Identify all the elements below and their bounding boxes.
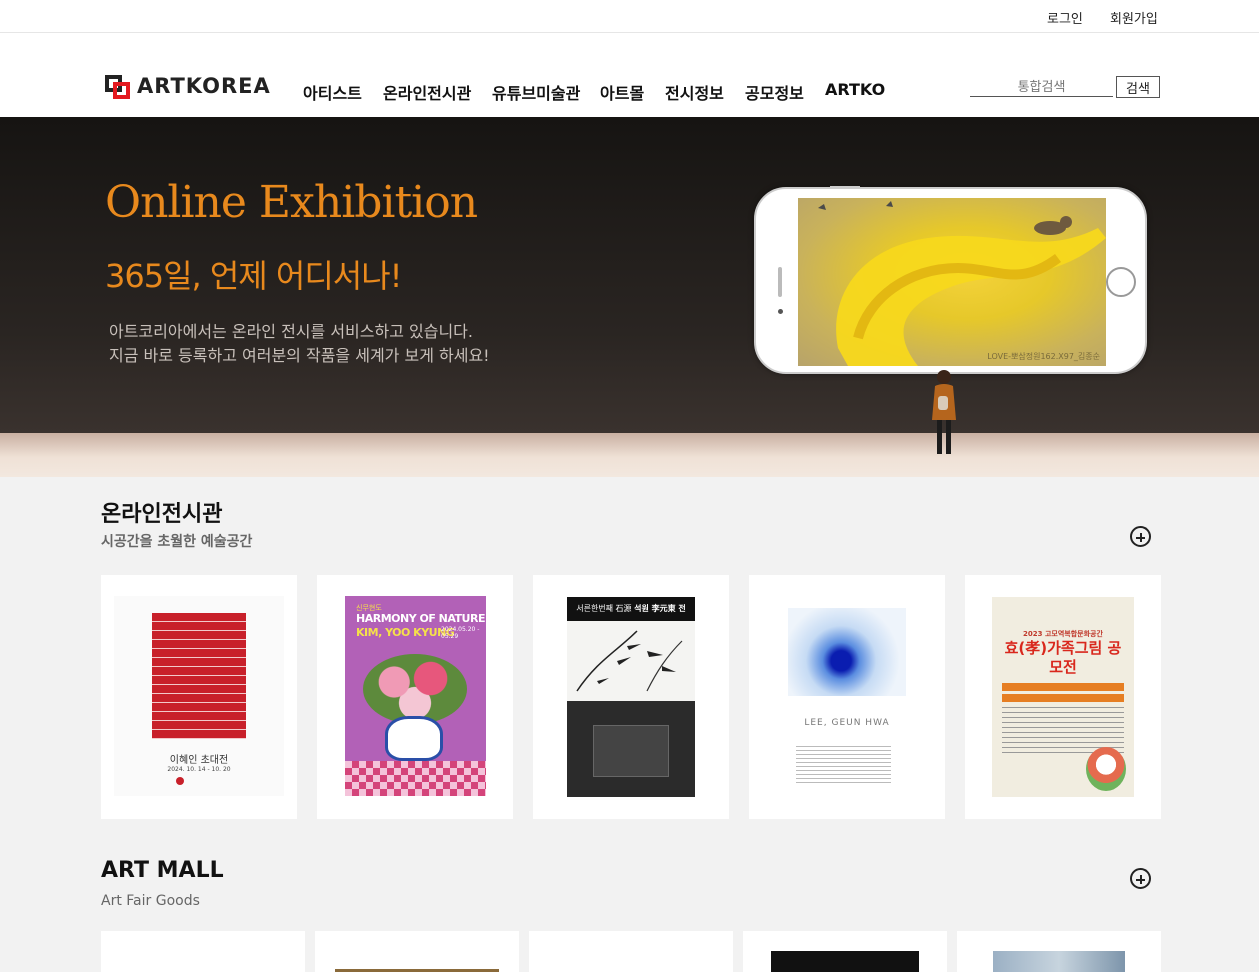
artwork-illustration <box>818 201 1106 366</box>
phone-sensor <box>778 309 783 314</box>
online-exhibition-title: 온라인전시관 <box>101 502 223 527</box>
phone-artwork-image: LOVE-뽀삼정원162.X97_김종순 <box>798 198 1106 366</box>
mall-item-card[interactable] <box>743 931 947 972</box>
hero-description: 아트코리아에서는 온라인 전시를 서비스하고 있습니다. 지금 바로 등록하고 … <box>109 320 490 368</box>
mall-item-image <box>993 951 1125 972</box>
art-mall-more-plus-icon[interactable] <box>1130 868 1151 889</box>
nav-online-exhibition[interactable]: 온라인전시관 <box>383 80 471 104</box>
online-more-plus-icon[interactable] <box>1130 526 1151 547</box>
poster-title: 효(孝)가족그림 공모전 <box>1004 639 1122 676</box>
mall-item-card[interactable] <box>101 931 305 972</box>
poster-image: 2023 고모역복합문화공간 효(孝)가족그림 공모전 <box>992 597 1134 797</box>
artwork-caption: LOVE-뽀삼정원162.X97_김종순 <box>987 352 1100 361</box>
gallery-logo-icon <box>176 777 184 785</box>
login-link[interactable]: 로그인 <box>1047 8 1083 27</box>
poster-image: 서른한번째 石源 석원 李元東 전 <box>567 597 695 797</box>
poster-text-box <box>593 725 669 777</box>
mall-item-card[interactable] <box>529 931 733 972</box>
poster-image: LEE, GEUN HWA <box>788 608 906 796</box>
poster-caption: 이혜인 초대전 <box>169 755 229 766</box>
poster-title: HARMONY OF NATURE <box>356 612 485 625</box>
poster-image: 신무현도 HARMONY OF NATURE KIM, YOO KYUNG 20… <box>345 596 486 796</box>
hero-subtitle: 365일, 언제 어디서나! <box>105 257 403 295</box>
hero-desc-line-1: 아트코리아에서는 온라인 전시를 서비스하고 있습니다. <box>109 322 473 341</box>
hero-floor <box>0 433 1259 477</box>
checkered-pattern <box>345 761 486 796</box>
poster-fine-print <box>796 746 891 784</box>
exhibition-card[interactable]: 이혜인 초대전 2024. 10. 14 - 10. 20 <box>101 575 297 819</box>
exhibition-card[interactable]: 신무현도 HARMONY OF NATURE KIM, YOO KYUNG 20… <box>317 575 513 819</box>
logo-text: ARTKOREA <box>137 74 271 98</box>
family-illustration <box>1086 747 1126 791</box>
phone-camera <box>778 267 782 297</box>
nav-artko[interactable]: ARTKO <box>825 80 885 99</box>
viewer-figure <box>932 370 956 454</box>
poster-date: 2024. 10. 14 - 10. 20 <box>167 766 231 773</box>
site-header: ARTKOREA 아티스트 온라인전시관 유튜브미술관 아트몰 전시정보 공모정… <box>0 33 1259 117</box>
search-input[interactable] <box>970 77 1113 98</box>
phone-mockup: LOVE-뽀삼정원162.X97_김종순 <box>754 186 1147 374</box>
phone-speaker <box>830 186 860 189</box>
blue-white-vase <box>385 716 443 761</box>
poster-artist: KIM, YOO KYUNG <box>356 626 455 639</box>
exhibition-card[interactable]: LEE, GEUN HWA <box>749 575 945 819</box>
exhibition-card[interactable]: 서른한번째 石源 석원 李元東 전 <box>533 575 729 819</box>
art-mall-title: ART MALL <box>101 858 224 883</box>
hero-desc-line-2: 지금 바로 등록하고 여러분의 작품을 세계가 보게 하세요! <box>109 346 490 365</box>
logo-icon <box>105 73 131 99</box>
art-mall-subtitle: Art Fair Goods <box>101 893 200 909</box>
nav-exhibition-info[interactable]: 전시정보 <box>665 80 724 104</box>
poster-artist: LEE, GEUN HWA <box>804 718 890 728</box>
red-stripe-artwork <box>152 613 246 739</box>
nav-artist[interactable]: 아티스트 <box>303 80 362 104</box>
nav-contest-info[interactable]: 공모정보 <box>745 80 804 104</box>
signup-link[interactable]: 회원가입 <box>1110 8 1158 27</box>
phone-home-button <box>1106 267 1136 297</box>
hero-title: Online Exhibition <box>105 177 478 228</box>
bamboo-ink-painting <box>567 621 695 701</box>
flower-bouquet <box>363 654 467 724</box>
online-exhibition-subtitle: 시공간을 초월한 예술공간 <box>101 534 253 550</box>
mall-item-card[interactable] <box>315 931 519 972</box>
mall-item-image <box>771 951 919 972</box>
poster-image: 이혜인 초대전 2024. 10. 14 - 10. 20 <box>114 596 284 796</box>
exhibition-card[interactable]: 2023 고모역복합문화공간 효(孝)가족그림 공모전 <box>965 575 1161 819</box>
blue-watercolor-artwork <box>788 608 906 696</box>
poster-dates: 2024.05.20 - 05.29 <box>441 626 480 640</box>
mall-item-card[interactable] <box>957 931 1161 972</box>
search-box <box>970 76 1113 98</box>
poster-year: 2023 고모역복합문화공간 <box>1023 630 1103 638</box>
nav-art-mall[interactable]: 아트몰 <box>600 80 644 104</box>
top-utility-bar: 로그인 회원가입 <box>0 0 1259 33</box>
poster-title: 서른한번째 石源 석원 李元東 전 <box>576 604 686 613</box>
search-button[interactable]: 검색 <box>1116 76 1160 98</box>
nav-youtube-museum[interactable]: 유튜브미술관 <box>492 80 580 104</box>
artkorea-logo[interactable]: ARTKOREA <box>105 73 271 99</box>
hero-banner[interactable]: Online Exhibition 365일, 언제 어디서나! 아트코리아에서… <box>0 117 1259 477</box>
